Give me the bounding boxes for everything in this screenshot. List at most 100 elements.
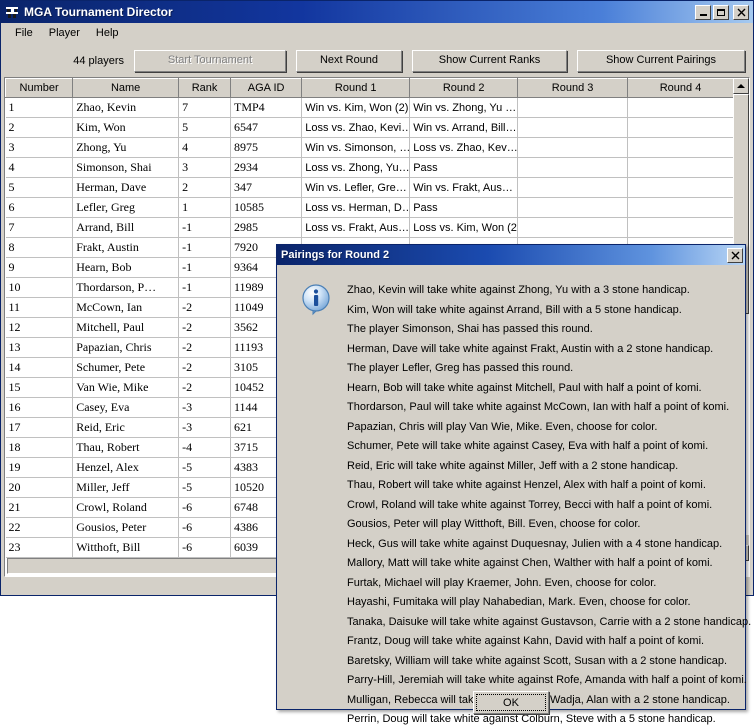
cell-aga-id[interactable]: 2985 [230, 217, 303, 238]
cell-rank[interactable]: -6 [178, 537, 231, 558]
ok-button[interactable]: OK [473, 691, 549, 714]
cell-number[interactable]: 15 [5, 377, 74, 398]
cell-rank[interactable]: -1 [178, 277, 231, 298]
cell-rank[interactable]: 1 [178, 197, 231, 218]
cell-number[interactable]: 23 [5, 537, 74, 558]
cell-name[interactable]: Gousios, Peter [72, 517, 180, 538]
cell-round-2[interactable]: Win vs. Frakt, Aus… [409, 177, 519, 198]
cell-rank[interactable]: -1 [178, 257, 231, 278]
cell-rank[interactable]: -2 [178, 297, 231, 318]
cell-name[interactable]: Mitchell, Paul [72, 317, 180, 338]
cell-aga-id[interactable]: 347 [230, 177, 303, 198]
cell-round-2[interactable]: Loss vs. Zhao, Kev… [409, 137, 519, 158]
cell-rank[interactable]: 3 [178, 157, 231, 178]
cell-name[interactable]: Casey, Eva [72, 397, 180, 418]
cell-number[interactable]: 17 [5, 417, 74, 438]
menu-player[interactable]: Player [41, 25, 88, 41]
cell-name[interactable]: Arrand, Bill [72, 217, 180, 238]
cell-round-1[interactable]: Loss vs. Herman, D… [301, 197, 411, 218]
maximize-icon[interactable] [713, 4, 729, 20]
scroll-up-button[interactable] [733, 78, 749, 94]
cell-round-1[interactable]: Loss vs. Zhao, Kevi… [301, 117, 411, 138]
column-header-round-3[interactable]: Round 3 [517, 78, 629, 98]
cell-rank[interactable]: -1 [178, 217, 231, 238]
cell-rank[interactable]: -1 [178, 237, 231, 258]
cell-rank[interactable]: 4 [178, 137, 231, 158]
cell-name[interactable]: Hearn, Bob [72, 257, 180, 278]
cell-rank[interactable]: -3 [178, 397, 231, 418]
cell-name[interactable]: Thau, Robert [72, 437, 180, 458]
cell-name[interactable]: Papazian, Chris [72, 337, 180, 358]
cell-round-1[interactable]: Win vs. Kim, Won (2) [301, 97, 411, 118]
cell-round-3[interactable] [517, 217, 629, 238]
cell-round-3[interactable] [517, 117, 629, 138]
cell-number[interactable]: 8 [5, 237, 74, 258]
cell-round-1[interactable]: Loss vs. Zhong, Yu… [301, 157, 411, 178]
cell-name[interactable]: Van Wie, Mike [72, 377, 180, 398]
cell-number[interactable]: 14 [5, 357, 74, 378]
cell-round-4[interactable] [627, 137, 734, 158]
cell-round-4[interactable] [627, 197, 734, 218]
cell-name[interactable]: Henzel, Alex [72, 457, 180, 478]
column-header-round-2[interactable]: Round 2 [409, 78, 519, 98]
cell-round-3[interactable] [517, 197, 629, 218]
cell-rank[interactable]: -5 [178, 477, 231, 498]
cell-round-4[interactable] [627, 157, 734, 178]
cell-rank[interactable]: 7 [178, 97, 231, 118]
menu-help[interactable]: Help [88, 25, 127, 41]
cell-round-3[interactable] [517, 97, 629, 118]
cell-name[interactable]: Crowl, Roland [72, 497, 180, 518]
cell-round-1[interactable]: Win vs. Lefler, Gre… [301, 177, 411, 198]
cell-rank[interactable]: 2 [178, 177, 231, 198]
cell-rank[interactable]: -6 [178, 497, 231, 518]
cell-name[interactable]: Simonson, Shai [72, 157, 180, 178]
cell-rank[interactable]: -5 [178, 457, 231, 478]
cell-name[interactable]: Zhao, Kevin [72, 97, 180, 118]
cell-name[interactable]: Zhong, Yu [72, 137, 180, 158]
cell-number[interactable]: 7 [5, 217, 74, 238]
cell-number[interactable]: 19 [5, 457, 74, 478]
cell-rank[interactable]: 5 [178, 117, 231, 138]
cell-rank[interactable]: -4 [178, 437, 231, 458]
cell-number[interactable]: 9 [5, 257, 74, 278]
cell-round-4[interactable] [627, 217, 734, 238]
cell-name[interactable]: Frakt, Austin [72, 237, 180, 258]
cell-rank[interactable]: -2 [178, 357, 231, 378]
cell-round-3[interactable] [517, 157, 629, 178]
column-header-aga-id[interactable]: AGA ID [229, 78, 303, 98]
menu-file[interactable]: File [7, 25, 41, 41]
cell-number[interactable]: 2 [5, 117, 74, 138]
cell-number[interactable]: 5 [5, 177, 74, 198]
show-current-pairings-button[interactable]: Show Current Pairings [577, 49, 745, 72]
cell-name[interactable]: Kim, Won [72, 117, 180, 138]
cell-number[interactable]: 3 [5, 137, 74, 158]
cell-aga-id[interactable]: 2934 [230, 157, 303, 178]
column-header-name[interactable]: Name [72, 78, 180, 98]
cell-aga-id[interactable]: 6547 [230, 117, 303, 138]
cell-name[interactable]: Miller, Jeff [72, 477, 180, 498]
table-row[interactable]: 2 Kim, Won 5 6547 Loss vs. Zhao, Kevi… Win vs… [5, 117, 734, 138]
column-header-round-1[interactable]: Round 1 [301, 78, 411, 98]
cell-round-4[interactable] [627, 97, 734, 118]
cell-aga-id[interactable]: 10585 [230, 197, 303, 218]
column-header-rank[interactable]: Rank [178, 78, 231, 98]
cell-number[interactable]: 1 [5, 97, 74, 118]
cell-round-4[interactable] [627, 177, 734, 198]
table-row[interactable]: 6 Lefler, Greg 1 10585 Loss vs. Herman, D… Pa… [5, 197, 734, 218]
cell-name[interactable]: Thordarson, P… [72, 277, 180, 298]
cell-round-1[interactable]: Loss vs. Frakt, Aus… [301, 217, 411, 238]
table-row[interactable]: 4 Simonson, Shai 3 2934 Loss vs. Zhong, Yu… P… [5, 157, 734, 178]
cell-number[interactable]: 12 [5, 317, 74, 338]
cell-number[interactable]: 21 [5, 497, 74, 518]
cell-name[interactable]: Herman, Dave [72, 177, 180, 198]
table-row[interactable]: 5 Herman, Dave 2 347 Win vs. Lefler, Gre… Win… [5, 177, 734, 198]
column-header-number[interactable]: Number [5, 78, 74, 98]
cell-number[interactable]: 6 [5, 197, 74, 218]
cell-number[interactable]: 11 [5, 297, 74, 318]
cell-number[interactable]: 10 [5, 277, 74, 298]
cell-name[interactable]: Reid, Eric [72, 417, 180, 438]
column-header-round-4[interactable]: Round 4 [627, 78, 734, 98]
minimize-icon[interactable] [695, 4, 711, 20]
cell-round-2[interactable]: Win vs. Arrand, Bill… [409, 117, 519, 138]
show-current-ranks-button[interactable]: Show Current Ranks [412, 49, 567, 72]
